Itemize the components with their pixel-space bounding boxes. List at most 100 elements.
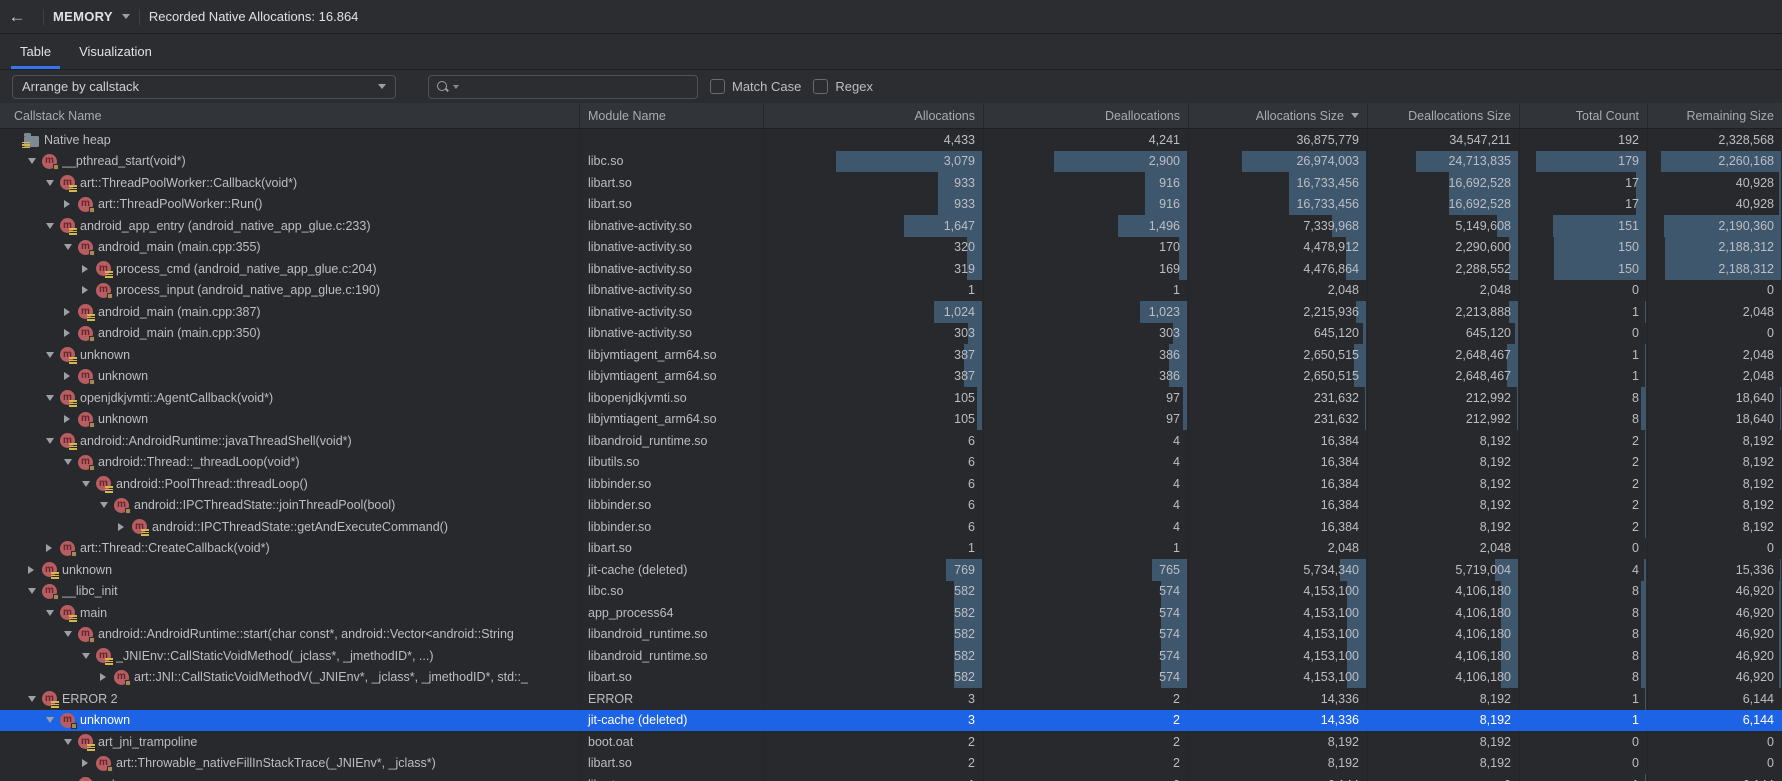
expand-arrow-icon[interactable] (82, 286, 96, 294)
collapse-arrow-icon[interactable] (64, 459, 78, 465)
table-row[interactable]: mprocess_cmd (android_native_app_glue.c:… (0, 258, 1782, 280)
table-row[interactable]: mandroid_main (main.cpp:355)libnative-ac… (0, 237, 1782, 259)
table-row[interactable]: mERROR 2ERROR3214,3368,19216,144 (0, 688, 1782, 710)
collapse-arrow-icon[interactable] (82, 653, 96, 659)
table-row[interactable]: m_JNIEnv::CallStaticVoidMethod(_jclass*,… (0, 645, 1782, 667)
expand-arrow-icon[interactable] (64, 200, 78, 208)
value-cell: 4,106,180 (1368, 581, 1520, 603)
value-text: 2,048 (1743, 305, 1774, 319)
collapse-arrow-icon[interactable] (46, 438, 60, 444)
collapse-arrow-icon[interactable] (100, 502, 114, 508)
chevron-down-icon[interactable] (122, 14, 130, 19)
table-row[interactable]: m__pthread_start(void*)libc.so3,0792,900… (0, 151, 1782, 173)
table-row[interactable]: munknownlibjvmtiagent_arm64.so3873862,65… (0, 344, 1782, 366)
value-cell: 2 (1520, 430, 1648, 452)
collapse-arrow-icon[interactable] (46, 717, 60, 723)
table-row[interactable]: mandroid::PoolThread::threadLoop()libbin… (0, 473, 1782, 495)
table-row[interactable]: munknownlibjvmtiagent_arm64.so3873862,65… (0, 366, 1782, 388)
column-header-total-count[interactable]: Total Count (1520, 103, 1648, 128)
tab-visualization[interactable]: Visualization (65, 34, 166, 69)
expand-arrow-icon[interactable] (64, 329, 78, 337)
column-header-allocations-size[interactable]: Allocations Size (1189, 103, 1368, 128)
table-row[interactable]: mandroid_main (main.cpp:387)libnative-ac… (0, 301, 1782, 323)
search-input[interactable] (462, 79, 690, 94)
collapse-arrow-icon[interactable] (46, 180, 60, 186)
expand-arrow-icon[interactable] (118, 523, 132, 531)
table-row[interactable]: mandroid::IPCThreadState::joinThreadPool… (0, 495, 1782, 517)
expand-arrow-icon[interactable] (64, 415, 78, 423)
collapse-arrow-icon[interactable] (28, 588, 42, 594)
back-icon[interactable]: ← (0, 7, 34, 27)
tab-table[interactable]: Table (6, 34, 65, 69)
collapse-arrow-icon[interactable] (46, 352, 60, 358)
table-row[interactable]: mandroid::AndroidRuntime::javaThreadShel… (0, 430, 1782, 452)
table-row[interactable]: mart_jni_trampolineboot.oat228,1928,1920… (0, 731, 1782, 753)
table-row[interactable]: m__libc_initlibc.so5825744,153,1004,106,… (0, 581, 1782, 603)
collapse-arrow-icon[interactable] (46, 395, 60, 401)
collapse-arrow-icon[interactable] (64, 631, 78, 637)
collapse-arrow-icon[interactable] (82, 481, 96, 487)
value-text: 1 (1632, 713, 1639, 727)
toolbar: Arrange by callstack Match Case Regex (0, 70, 1782, 103)
collapse-arrow-icon[interactable] (46, 223, 60, 229)
column-header-callstack-name[interactable]: Callstack Name (0, 103, 580, 128)
collapse-arrow-icon[interactable] (64, 739, 78, 745)
value-text: 4,106,180 (1455, 606, 1511, 620)
column-header-module-name[interactable]: Module Name (580, 103, 764, 128)
value-text: 5,719,004 (1455, 563, 1511, 577)
table-row[interactable]: munknownjit-cache (deleted)3214,3368,192… (0, 710, 1782, 732)
match-case-checkbox[interactable] (710, 79, 725, 94)
search-options-caret-icon[interactable] (453, 85, 459, 89)
collapse-arrow-icon[interactable] (64, 244, 78, 250)
table-row[interactable]: mart::Throwable_nativeFillInStackTrace(_… (0, 753, 1782, 775)
match-case-checkbox-group[interactable]: Match Case (710, 79, 801, 94)
square-badge-icon (125, 508, 131, 514)
collapse-arrow-icon[interactable] (28, 696, 42, 702)
table-row[interactable]: mopenjdkjvmti::AgentCallback(void*)libop… (0, 387, 1782, 409)
column-header-remaining-size[interactable]: Remaining Size (1648, 103, 1782, 128)
regex-checkbox[interactable] (813, 79, 828, 94)
table-row[interactable]: mart::Thread::CreateCallback(void*)libar… (0, 538, 1782, 560)
table-row[interactable]: mart::JNI::CallStaticVoidMethodV(_JNIEnv… (0, 667, 1782, 689)
value-text: 386 (1159, 348, 1180, 362)
table-row[interactable]: mandroid_app_entry (android_native_app_g… (0, 215, 1782, 237)
table-row[interactable]: mandroid::AndroidRuntime::start(char con… (0, 624, 1782, 646)
value-cell: 4 (984, 430, 1189, 452)
arrange-by-dropdown[interactable]: Arrange by callstack (12, 75, 396, 99)
session-selector-label[interactable]: MEMORY (53, 9, 113, 24)
expand-arrow-icon[interactable] (64, 372, 78, 380)
regex-checkbox-group[interactable]: Regex (813, 79, 873, 94)
search-field[interactable] (428, 75, 698, 99)
collapse-arrow-icon[interactable] (46, 610, 60, 616)
value-bar (1179, 258, 1187, 280)
table-row[interactable]: munknownlibart.so106,144016,144 (0, 774, 1782, 781)
table-row[interactable]: mmainapp_process645825744,153,1004,106,1… (0, 602, 1782, 624)
expand-arrow-icon[interactable] (28, 566, 42, 574)
table-row[interactable]: mart::ThreadPoolWorker::Run()libart.so93… (0, 194, 1782, 216)
value-cell: 1,023 (984, 301, 1189, 323)
table-row[interactable]: mandroid::Thread::_threadLoop(void*)libu… (0, 452, 1782, 474)
table-row[interactable]: mandroid::IPCThreadState::getAndExecuteC… (0, 516, 1782, 538)
expand-arrow-icon[interactable] (82, 759, 96, 767)
collapse-arrow-icon[interactable] (28, 158, 42, 164)
table-row[interactable]: munknownlibjvmtiagent_arm64.so10597231,6… (0, 409, 1782, 431)
table-row[interactable]: munknownjit-cache (deleted)7697655,734,3… (0, 559, 1782, 581)
value-bar (1779, 667, 1782, 689)
expand-arrow-icon[interactable] (46, 544, 60, 552)
expand-arrow-icon[interactable] (64, 308, 78, 316)
table-row[interactable]: mprocess_input (android_native_app_glue.… (0, 280, 1782, 302)
column-header-allocations[interactable]: Allocations (764, 103, 984, 128)
value-cell: 645,120 (1368, 323, 1520, 345)
expand-arrow-icon[interactable] (100, 673, 114, 681)
table-row[interactable]: Native heap4,4334,24136,875,77934,547,21… (0, 129, 1782, 151)
value-cell: 150 (1520, 258, 1648, 280)
column-header-deallocations-size[interactable]: Deallocations Size (1368, 103, 1520, 128)
table-row[interactable]: mart::ThreadPoolWorker::Callback(void*)l… (0, 172, 1782, 194)
value-text: 1 (968, 283, 975, 297)
table-body: Native heap4,4334,24136,875,77934,547,21… (0, 129, 1782, 781)
column-header-deallocations[interactable]: Deallocations (984, 103, 1189, 128)
module-name: libjvmtiagent_arm64.so (580, 344, 764, 366)
expand-arrow-icon[interactable] (82, 265, 96, 273)
table-row[interactable]: mandroid_main (main.cpp:350)libnative-ac… (0, 323, 1782, 345)
value-text: 8,192 (1743, 455, 1774, 469)
